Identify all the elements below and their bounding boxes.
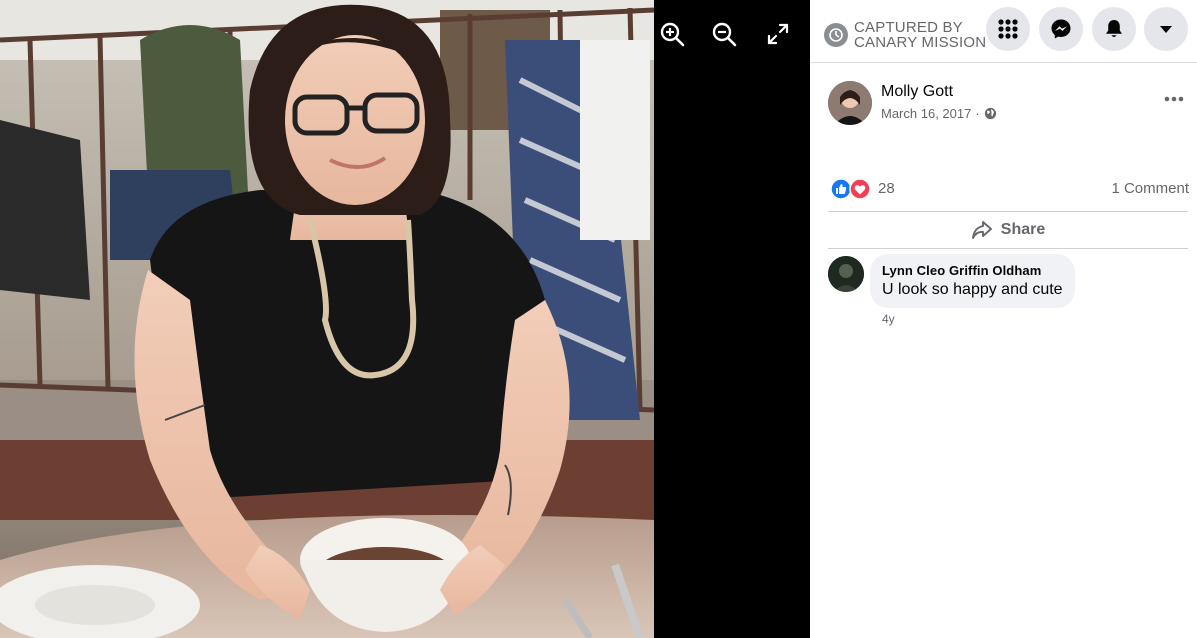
account-dropdown-icon <box>1160 26 1172 33</box>
reaction-bar: 28 1 Comment <box>830 176 1189 202</box>
commenter-avatar[interactable] <box>828 256 864 292</box>
watermark-line2: CANARY MISSION <box>854 34 987 51</box>
post-meta: March 16, 2017 · <box>881 106 997 121</box>
messenger-button[interactable] <box>1039 7 1083 51</box>
comment-text: U look so happy and cute <box>882 281 1063 298</box>
post-photo[interactable] <box>0 0 654 638</box>
post-panel: CAPTURED BY CANARY MISSION Molly Gott Ma… <box>810 0 1197 638</box>
commenter-name[interactable]: Lynn Cleo Griffin Oldham <box>882 263 1063 278</box>
notifications-bell-icon <box>1106 20 1122 38</box>
post-header: Molly Gott March 16, 2017 · <box>828 81 1188 127</box>
divider-bottom <box>828 248 1188 249</box>
canary-mission-logo-icon <box>824 23 848 47</box>
divider-top <box>828 211 1188 212</box>
photo-illustration <box>0 0 654 638</box>
author-name[interactable]: Molly Gott <box>881 83 953 101</box>
love-reaction-icon <box>849 178 871 200</box>
share-button[interactable]: Share <box>828 213 1188 247</box>
meta-separator: · <box>975 106 980 121</box>
fullscreen-icon[interactable] <box>764 20 792 48</box>
reaction-count[interactable]: 28 <box>878 180 895 197</box>
reaction-icons[interactable] <box>830 178 872 200</box>
comment-item: Lynn Cleo Griffin Oldham U look so happy… <box>828 254 1188 334</box>
account-dropdown-button[interactable] <box>1144 7 1188 51</box>
like-reaction-icon <box>830 178 852 200</box>
menu-grid-button[interactable] <box>986 7 1030 51</box>
comment-count[interactable]: 1 Comment <box>1111 180 1189 197</box>
post-options-button[interactable] <box>1160 89 1188 109</box>
top-bar: CAPTURED BY CANARY MISSION <box>810 0 1197 63</box>
notifications-button[interactable] <box>1092 7 1136 51</box>
more-options-icon <box>1164 96 1184 102</box>
watermark: CAPTURED BY CANARY MISSION <box>824 20 986 50</box>
zoom-out-icon[interactable] <box>710 20 738 48</box>
globe-icon <box>984 107 996 120</box>
viewer-toolbar <box>658 20 798 48</box>
messenger-icon <box>1051 19 1071 39</box>
zoom-in-icon[interactable] <box>658 20 686 48</box>
share-label: Share <box>1000 221 1046 238</box>
post-date[interactable]: March 16, 2017 <box>881 106 971 121</box>
comment-timestamp[interactable]: 4y <box>882 312 895 326</box>
author-avatar[interactable] <box>828 81 872 125</box>
photo-viewer <box>0 0 810 638</box>
comment-bubble: Lynn Cleo Griffin Oldham U look so happy… <box>870 254 1075 308</box>
watermark-line1: CAPTURED BY <box>854 19 963 36</box>
share-icon <box>971 221 992 239</box>
watermark-text: CAPTURED BY CANARY MISSION <box>854 20 986 50</box>
menu-grid-icon <box>998 19 1018 39</box>
